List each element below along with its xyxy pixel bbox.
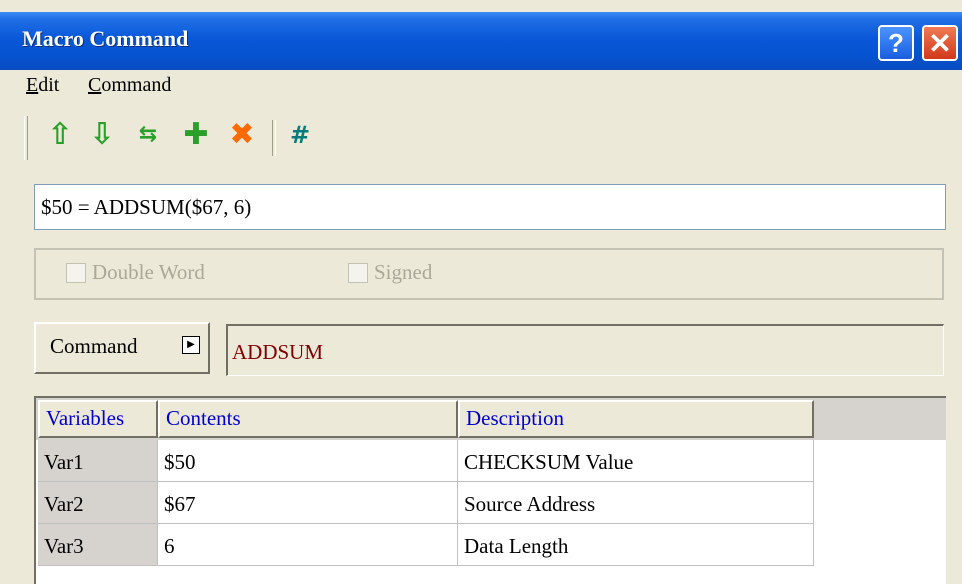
swap-icon[interactable]: ⇆ (132, 118, 164, 152)
table-row[interactable]: Var1 $50 CHECKSUM Value (36, 440, 816, 482)
variables-grid: Variables Contents Description Var1 $50 … (34, 396, 946, 584)
window-title: Macro Command (22, 26, 189, 51)
toolbar-grip[interactable] (24, 116, 28, 160)
header-variables[interactable]: Variables (38, 400, 158, 438)
menu-command[interactable]: Command (88, 74, 171, 97)
close-icon: ✕ (928, 27, 952, 59)
menu-bar: Edit Command (0, 70, 962, 104)
delete-x-icon[interactable]: ✖ (226, 118, 258, 152)
signed-checkbox[interactable]: Signed (348, 260, 432, 285)
close-button[interactable]: ✕ (922, 25, 958, 61)
cell-contents[interactable]: $50 (158, 440, 458, 482)
help-button[interactable]: ? (878, 25, 914, 61)
cell-description[interactable]: CHECKSUM Value (458, 440, 814, 482)
toolbar-separator (272, 120, 276, 156)
double-word-checkbox-box[interactable] (66, 262, 86, 283)
title-bar[interactable]: Macro Command ? ✕ (0, 12, 962, 70)
expression-input[interactable] (34, 184, 946, 230)
signed-label: Signed (374, 260, 433, 284)
command-button-label: Command (50, 334, 138, 358)
signed-checkbox-box[interactable] (348, 262, 368, 283)
cell-variable[interactable]: Var1 (38, 440, 158, 482)
grid-header: Variables Contents Description (36, 398, 946, 440)
hash-icon[interactable]: # (284, 118, 316, 152)
cell-variable[interactable]: Var3 (38, 524, 158, 566)
play-arrow-icon: ▶ (182, 336, 200, 354)
arrow-down-icon[interactable]: ⇩ (86, 118, 118, 152)
table-row[interactable]: Var2 $67 Source Address (36, 482, 816, 524)
cell-description[interactable]: Data Length (458, 524, 814, 566)
table-row[interactable]: Var3 6 Data Length (36, 524, 816, 566)
macro-command-window: Macro Command ? ✕ Edit Command ⇧ ⇩ ⇆ ✚ ✖… (0, 0, 962, 584)
question-mark-icon: ? (888, 27, 904, 58)
double-word-checkbox[interactable]: Double Word (66, 260, 205, 285)
cell-contents[interactable]: 6 (158, 524, 458, 566)
cell-variable[interactable]: Var2 (38, 482, 158, 524)
command-name-display: ADDSUM (226, 324, 944, 376)
menu-edit[interactable]: Edit (26, 74, 59, 97)
cell-description[interactable]: Source Address (458, 482, 814, 524)
command-button[interactable]: Command ▶ (34, 322, 210, 374)
cell-contents[interactable]: $67 (158, 482, 458, 524)
double-word-label: Double Word (92, 260, 205, 284)
toolbar: ⇧ ⇩ ⇆ ✚ ✖ # (0, 106, 962, 166)
options-group: Double Word Signed (34, 248, 944, 300)
header-contents[interactable]: Contents (158, 400, 458, 438)
command-name: ADDSUM (232, 340, 324, 364)
plus-icon[interactable]: ✚ (180, 118, 212, 152)
arrow-up-icon[interactable]: ⇧ (44, 118, 76, 152)
header-description[interactable]: Description (458, 400, 814, 438)
